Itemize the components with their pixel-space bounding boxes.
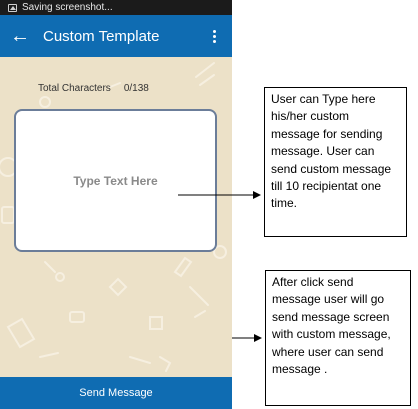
message-input[interactable]: Type Text Here <box>14 109 217 252</box>
overflow-menu-icon[interactable] <box>204 29 224 43</box>
image-icon <box>8 3 17 12</box>
app-bar: ← Custom Template <box>0 15 232 57</box>
back-arrow-icon[interactable]: ← <box>0 15 40 57</box>
status-bar: Saving screenshot... <box>0 0 232 15</box>
character-counter: Total Characters 0/138 <box>38 83 149 94</box>
counter-label: Total Characters <box>38 83 111 94</box>
phone-screen: Saving screenshot... ← Custom Template T… <box>0 0 232 409</box>
counter-value: 0/138 <box>123 83 149 94</box>
send-message-label: Send Message <box>79 387 153 399</box>
annotation-send: After click send message user will go se… <box>265 270 411 406</box>
status-text: Saving screenshot... <box>22 2 113 13</box>
message-placeholder: Type Text Here <box>73 173 158 188</box>
annotation-textbox: User can Type here his/her custom messag… <box>264 87 407 237</box>
send-message-button[interactable]: Send Message <box>0 377 232 409</box>
page-title: Custom Template <box>43 27 160 45</box>
